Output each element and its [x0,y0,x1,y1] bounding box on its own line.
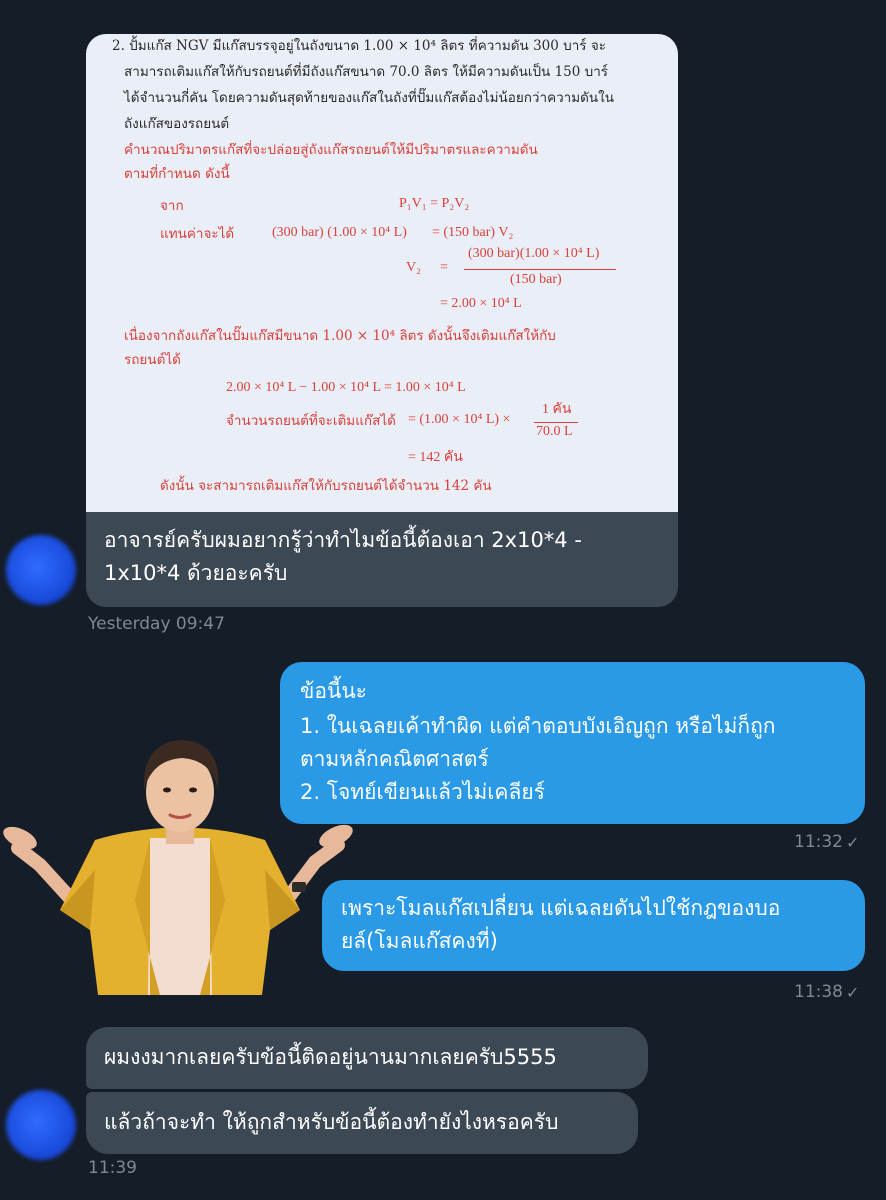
message-line: 2. โจทย์เขียนแล้วไม่เคลียร์ [300,780,545,804]
fraction-denominator: (150 bar) [510,272,562,287]
message-text: แล้วถ้าจะทำ ให้ถูกสำหรับข้อนี้ต้องทำยังไ… [104,1110,559,1134]
message-timestamp: 11:38 [794,982,843,1002]
equation-substitute-right: = (150 bar) V₂ [432,225,514,240]
sender-avatar[interactable] [6,535,76,605]
photo-attachment[interactable]: 2. ปั้มแก๊ส NGV มีแก๊สบรรจุอยู่ในถังขนาด… [86,34,678,512]
read-check-icon: ✓ [846,983,860,1002]
message-timestamp: Yesterday 09:47 [88,614,225,634]
message-line: 1. ในเฉลยเค้าทำผิด แต่คำตอบบังเอิญถูก หร… [300,714,776,738]
fraction-numerator: (300 bar)(1.00 × 10⁴ L) [468,246,600,261]
method-line-1: คำนวณปริมาตรแก๊สที่จะปล่อยสู่ถังแก๊สรถยน… [124,142,538,158]
problem-line-1: 2. ปั้มแก๊ส NGV มีแก๊สบรรจุอยู่ในถังขนาด… [112,38,606,54]
equation-substitute-left: (300 bar) (1.00 × 10⁴ L) [272,225,407,240]
problem-line-4: ถังแก๊สของรถยนต์ [124,116,230,132]
method-line-2: ตามที่กำหนด ดังนี้ [124,166,230,182]
outgoing-message-2[interactable]: เพราะโมลแก๊สเปลี่ยน แต่เฉลยดันไปใช้กฎของ… [322,880,865,971]
v2-label: V₂ [406,260,421,275]
because-line-2: รถยนต์ได้ [124,352,181,368]
cars-fraction-numerator: 1 คัน [542,402,572,417]
message-timestamp: 11:32 [794,832,843,852]
message-text: ผมงงมากเลยครับข้อนี้ติดอยู่นานมากเลยครับ… [104,1045,557,1069]
message-text: เพราะโมลแก๊สเปลี่ยน แต่เฉลยดันไปใช้กฎของ… [341,896,781,953]
problem-line-3: ได้จำนวนกี่คัน โดยความดันสุดท้ายของแก๊สใ… [124,90,614,106]
equation-difference: 2.00 × 10⁴ L − 1.00 × 10⁴ L = 1.00 × 10⁴… [226,380,466,395]
message-text: อาจารย์ครับผมอยากรู้ว่าทำไมข้อนี้ต้องเอา… [104,528,582,585]
message-line: ตามหลักคณิตศาสตร์ [300,747,489,771]
message-timestamp: 11:39 [88,1158,137,1178]
incoming-message-2[interactable]: ผมงงมากเลยครับข้อนี้ติดอยู่นานมากเลยครับ… [86,1027,648,1089]
cars-fraction-bar [534,422,578,423]
cars-label: จำนวนรถยนต์ที่จะเติมแก๊สได้ [226,413,396,429]
label-from: จาก [160,198,184,214]
sticker-shrug-person[interactable] [0,730,360,995]
equals-sign: = [440,260,448,275]
result-v2: = 2.00 × 10⁴ L [440,296,522,311]
sender-avatar[interactable] [6,1090,76,1160]
incoming-message-3[interactable]: แล้วถ้าจะทำ ให้ถูกสำหรับข้อนี้ต้องทำยังไ… [86,1092,638,1154]
problem-line-2: สามารถเติมแก๊สให้กับรถยนต์ที่มีถังแก๊สขน… [124,64,609,80]
result-cars: = 142 คัน [408,450,463,465]
message-line: ข้อนี้นะ [300,679,367,703]
label-substitute: แทนค่าจะได้ [160,226,235,242]
conclusion-line: ดังนั้น จะสามารถเติมแก๊สให้กับรถยนต์ได้จ… [160,478,492,494]
equation-boyle: P₁V₁ = P₂V₂ [399,196,470,211]
cars-fraction-denominator: 70.0 L [536,424,573,439]
incoming-message-1[interactable]: อาจารย์ครับผมอยากรู้ว่าทำไมข้อนี้ต้องเอา… [86,512,678,607]
equation-cars-left: = (1.00 × 10⁴ L) × [408,412,511,427]
outgoing-message-1[interactable]: ข้อนี้นะ 1. ในเฉลยเค้าทำผิด แต่คำตอบบังเ… [280,662,865,824]
read-check-icon: ✓ [846,833,860,852]
fraction-bar [464,269,616,270]
because-line-1: เนื่องจากถังแก๊สในปั๊มแก๊สมีขนาด 1.00 × … [124,328,556,344]
